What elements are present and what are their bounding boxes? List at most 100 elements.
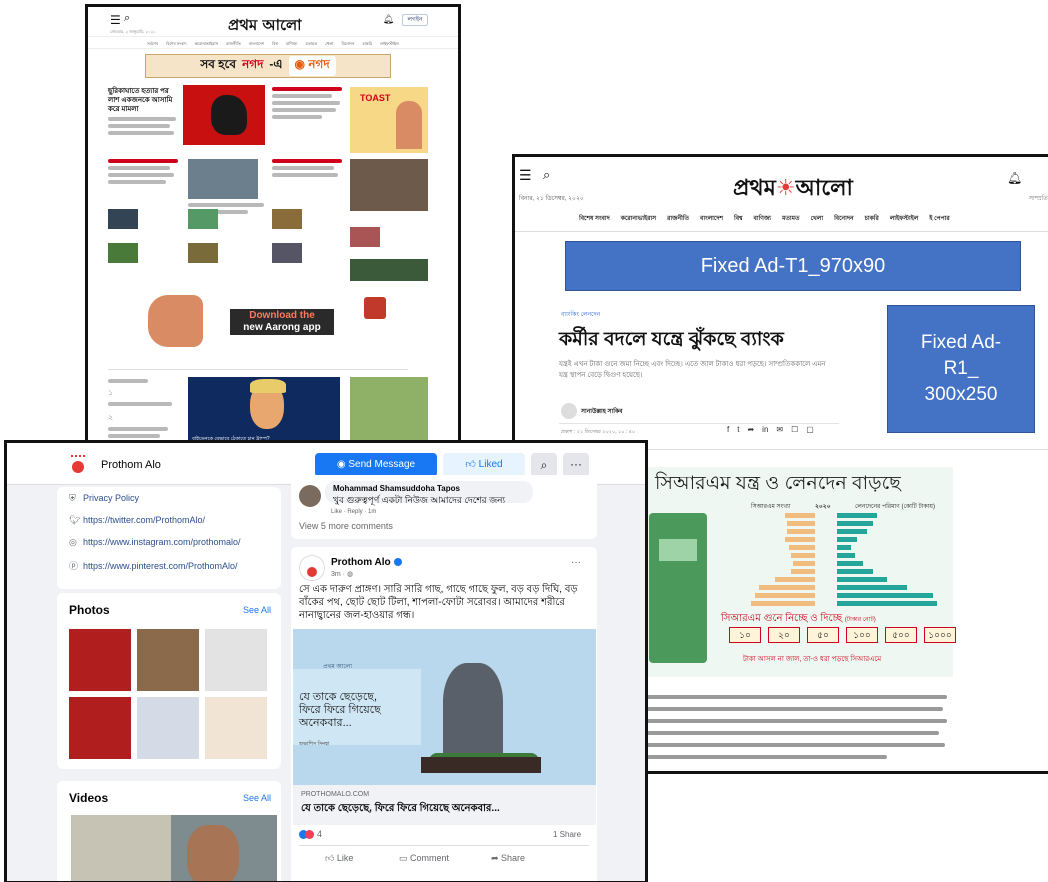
hero-headline[interactable]: ছুরিকাঘাতে হত্যার পর লাশ একজনকে আসামি কর… — [108, 87, 178, 114]
nav-item[interactable]: রাজনীতি — [226, 41, 241, 48]
left-bar — [785, 513, 815, 518]
link-preview-image[interactable]: প্রথম আলো যে তাকে ছেড়েছে, ফিরে ফিরে গিয… — [293, 629, 596, 785]
nav-item[interactable]: খেলা — [810, 213, 823, 224]
nav-item[interactable]: বাণিজ্য — [286, 41, 298, 48]
hamburger-menu-icon[interactable]: ☰ — [519, 167, 532, 184]
bell-icon[interactable]: 🔔︎ — [1007, 171, 1022, 185]
nav-item[interactable]: সর্বশেষ — [147, 41, 158, 48]
share-count[interactable]: 1 Share — [553, 830, 581, 839]
story-thumb[interactable] — [350, 259, 428, 281]
twitter-link[interactable]: 🐦︎ https://twitter.com/ProthomAlo/ — [69, 515, 205, 526]
share-icon[interactable]: t — [737, 425, 739, 434]
nav-item[interactable]: বিশ্ব — [272, 41, 278, 48]
nav-item[interactable]: বিশ্ব — [734, 213, 742, 224]
photo-thumbnail[interactable] — [69, 697, 131, 759]
photo-thumbnail[interactable] — [205, 629, 267, 691]
pinterest-link[interactable]: ⓟ https://www.pinterest.com/ProthomAlo/ — [69, 559, 238, 572]
nav-item[interactable]: করোনাভাইরাস — [621, 213, 656, 224]
nav-item[interactable]: খেলা — [325, 41, 333, 48]
search-icon[interactable]: ⌕ — [543, 167, 550, 183]
nav-item[interactable]: বাংলাদেশ — [249, 41, 264, 48]
nav-item[interactable]: বিশেষ সংবাদ — [166, 41, 187, 48]
share-icon[interactable]: f — [727, 425, 729, 434]
nav-item[interactable]: বাংলাদেশ — [700, 213, 723, 224]
search-icon[interactable]: ⌕ — [531, 453, 557, 477]
privacy-policy-link[interactable]: ⛨ Privacy Policy — [69, 493, 139, 504]
photo-thumbnail[interactable] — [69, 629, 131, 691]
left-bar — [789, 545, 815, 550]
nav-item[interactable]: করোনাভাইরাস — [195, 41, 219, 48]
site-logo[interactable]: প্রথম আলো — [228, 14, 302, 39]
bell-icon[interactable]: 🔔︎ — [383, 14, 394, 25]
videos-see-all-link[interactable]: See All — [243, 793, 271, 803]
nav-item[interactable]: বিশেষ সংবাদ — [579, 213, 610, 224]
nav-item[interactable]: ই পেপার — [929, 213, 949, 224]
comment-action-button[interactable]: ▭ Comment — [399, 853, 449, 864]
post-timestamp[interactable]: 3m · ◍ — [331, 570, 353, 578]
author-avatar[interactable] — [561, 403, 577, 419]
story-thumb[interactable] — [350, 159, 428, 211]
nav-item[interactable]: বিনোদন — [834, 213, 854, 224]
small-ad[interactable] — [364, 297, 386, 319]
view-more-comments-link[interactable]: View 5 more comments — [299, 521, 393, 531]
author-name[interactable]: সানাউল্লাহ সাকিব — [581, 406, 622, 417]
video-thumbnail[interactable] — [71, 815, 277, 881]
story-thumb[interactable] — [188, 209, 218, 229]
nav-item[interactable]: বাণিজ্য — [754, 213, 772, 224]
comment-actions[interactable]: Like · Reply · 1m — [331, 509, 376, 515]
story-item[interactable] — [272, 159, 344, 180]
story-item[interactable] — [108, 159, 180, 187]
share-icon[interactable]: ▢ — [806, 425, 814, 434]
link-preview-meta[interactable]: PROTHOMALO.COM যে তাকে ছেড়েছে, ফিরে ফির… — [293, 785, 596, 825]
post-author[interactable]: Prothom Alo — [331, 557, 402, 568]
search-icon[interactable]: ⌕ — [124, 12, 130, 25]
story-thumb[interactable] — [272, 209, 302, 229]
tea-ad[interactable] — [350, 377, 428, 447]
story-thumb[interactable] — [108, 209, 138, 229]
story-thumb[interactable] — [350, 227, 380, 247]
like-action-button[interactable]: 👍︎ Like — [325, 853, 353, 864]
page-name[interactable]: Prothom Alo — [101, 459, 161, 471]
lead-video-image[interactable]: বাইডেনকে যেভাবে ঠেকাতে চান ট্রাম্প? — [188, 377, 340, 447]
aarong-app-ad[interactable]: Download the new Aarong app — [148, 295, 338, 347]
hero-image[interactable] — [183, 85, 265, 145]
nav-item[interactable]: চাকরি — [362, 41, 371, 48]
photo-thumbnail[interactable] — [205, 697, 267, 759]
nav-item[interactable]: চাকরি — [865, 213, 879, 224]
photo-thumbnail[interactable] — [137, 697, 199, 759]
commenter-name[interactable]: Mohammad Shamsuddoha Tapos — [333, 484, 525, 493]
story-thumb[interactable] — [188, 243, 218, 263]
page-avatar[interactable] — [299, 555, 325, 581]
hamburger-menu-icon[interactable]: ☰ — [110, 13, 121, 27]
toast-ad[interactable]: TOAST — [350, 87, 428, 153]
site-logo[interactable]: প্রথম☀আলো — [733, 171, 853, 208]
commenter-avatar[interactable] — [299, 485, 321, 507]
prothom-alo-logo-icon[interactable] — [67, 453, 89, 475]
aarong-download-button[interactable]: Download the new Aarong app — [230, 309, 334, 335]
reactions-summary[interactable]: 4 — [299, 829, 322, 840]
instagram-link[interactable]: ◎ https://www.instagram.com/prothomalo/ — [69, 537, 241, 548]
nagad-ad-banner[interactable]: সব হবে নগদ -এ ◉ নগদ — [145, 54, 391, 78]
post-options-icon[interactable]: ··· — [571, 557, 581, 568]
share-icon[interactable]: ✉ — [776, 425, 783, 434]
more-options-icon[interactable]: ··· — [563, 453, 589, 477]
story-thumb[interactable] — [108, 243, 138, 263]
photo-thumbnail[interactable] — [137, 629, 199, 691]
nav-item[interactable]: লাইফস্টাইল — [890, 213, 919, 224]
nav-item[interactable]: রাজনীতি — [667, 213, 689, 224]
nav-item[interactable]: বিনোদন — [341, 41, 354, 48]
share-icon[interactable]: ☐ — [791, 425, 798, 434]
nav-item[interactable]: মতামত — [305, 41, 317, 48]
login-button[interactable]: লগইন — [402, 14, 428, 26]
photos-see-all-link[interactable]: See All — [243, 605, 271, 615]
liked-button[interactable]: 👍︎ Liked — [443, 453, 525, 477]
story-thumb[interactable] — [272, 243, 302, 263]
send-message-button[interactable]: ◉ Send Message — [315, 453, 437, 477]
nav-item[interactable]: মতামত — [782, 213, 799, 224]
story-thumb[interactable] — [188, 159, 258, 199]
article-kicker[interactable]: ব্যাংকিং লেনদেন — [561, 309, 600, 320]
share-icon[interactable]: in — [762, 425, 768, 434]
nav-item[interactable]: লাইফস্টাইল — [380, 41, 399, 48]
share-action-button[interactable]: ➦ Share — [491, 853, 525, 864]
share-icon[interactable]: ➦ — [747, 425, 754, 434]
